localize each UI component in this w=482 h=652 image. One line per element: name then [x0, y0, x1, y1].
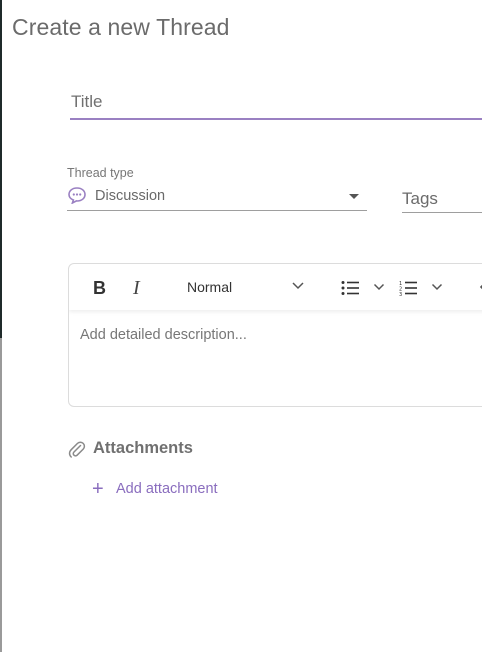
- svg-text:3: 3: [399, 292, 402, 296]
- text-format-select[interactable]: Normal: [187, 278, 304, 298]
- thread-type-value: Discussion: [95, 188, 166, 204]
- editor-toolbar: B I Normal 1 2 3: [69, 264, 482, 310]
- thread-type-select[interactable]: Discussion: [67, 184, 367, 211]
- bullet-list-chevron-icon[interactable]: [373, 282, 385, 292]
- chevron-down-icon: [292, 282, 304, 290]
- bullet-list-icon[interactable]: [341, 280, 359, 296]
- create-thread-panel: Create a new Thread Thread type Discussi…: [2, 0, 482, 652]
- numbered-list-icon[interactable]: 1 2 3: [399, 280, 417, 296]
- page-title: Create a new Thread: [12, 14, 230, 40]
- italic-button[interactable]: I: [133, 277, 140, 300]
- bold-button[interactable]: B: [93, 278, 106, 299]
- text-format-value: Normal: [187, 279, 233, 295]
- description-editor: B I Normal 1 2 3 Add detailed descriptio…: [68, 263, 482, 407]
- add-attachment-label: Add attachment: [116, 481, 218, 497]
- description-placeholder[interactable]: Add detailed description...: [80, 327, 247, 343]
- thread-type-label: Thread type: [67, 166, 134, 180]
- add-attachment-button[interactable]: + Add attachment: [92, 478, 252, 500]
- title-field[interactable]: [70, 86, 482, 120]
- plus-icon: +: [92, 478, 104, 500]
- numbered-list-chevron-icon[interactable]: [431, 282, 443, 292]
- chat-bubble-icon: [68, 187, 86, 204]
- dropdown-caret-icon: [349, 194, 359, 199]
- paperclip-icon: [68, 441, 86, 458]
- title-input[interactable]: [71, 92, 471, 112]
- attachments-heading: Attachments: [93, 439, 193, 457]
- tags-label: Tags: [402, 189, 438, 208]
- tags-field[interactable]: Tags: [402, 184, 482, 213]
